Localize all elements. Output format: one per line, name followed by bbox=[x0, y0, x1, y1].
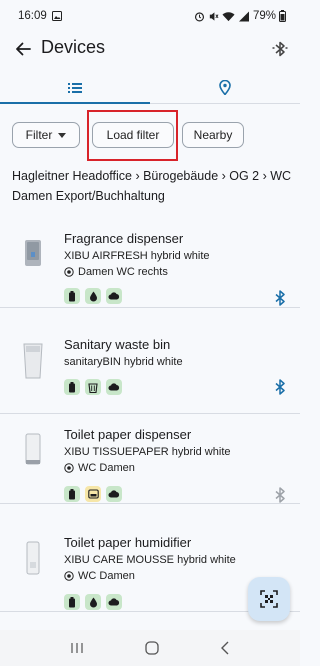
gallery-notification-icon bbox=[51, 11, 62, 21]
target-icon bbox=[64, 463, 74, 473]
status-badges bbox=[64, 594, 122, 610]
back-button[interactable] bbox=[10, 36, 36, 62]
cloud-badge-icon bbox=[106, 379, 122, 395]
location-breadcrumb: Hagleitner Headoffice › Bürogebäude › OG… bbox=[12, 169, 292, 203]
cloud-badge-icon bbox=[106, 486, 122, 502]
caret-down-icon bbox=[58, 132, 67, 138]
drop-badge-icon bbox=[85, 594, 101, 610]
bluetooth-inactive-icon bbox=[275, 487, 285, 503]
view-tabs bbox=[0, 72, 300, 104]
recents-icon[interactable] bbox=[70, 642, 84, 654]
arrow-left-icon bbox=[16, 42, 31, 56]
status-badges bbox=[64, 486, 122, 502]
cloud-badge-icon bbox=[106, 288, 122, 304]
bin-badge-icon bbox=[85, 379, 101, 395]
fragrance-dispenser-image bbox=[25, 240, 41, 266]
scan-qr-button[interactable] bbox=[248, 577, 290, 621]
device-location-label: Damen WC rechts bbox=[78, 266, 168, 278]
system-nav-bar bbox=[0, 630, 300, 666]
bluetooth-status-button[interactable] bbox=[268, 37, 292, 61]
bluetooth-off-icon bbox=[272, 41, 288, 57]
bluetooth-icon bbox=[275, 290, 285, 306]
battery-badge-icon bbox=[64, 594, 80, 610]
tab-list[interactable] bbox=[0, 72, 150, 104]
device-location: Damen WC rechts bbox=[64, 266, 168, 278]
filter-dropdown-button[interactable]: Filter bbox=[12, 122, 80, 148]
back-nav-icon[interactable] bbox=[220, 641, 230, 655]
app-bar: Devices bbox=[0, 32, 300, 66]
qr-scan-icon bbox=[260, 590, 278, 608]
humidifier-image bbox=[26, 541, 40, 575]
status-time: 16:09 bbox=[18, 10, 47, 22]
battery-badge-icon bbox=[64, 288, 80, 304]
map-pin-icon bbox=[219, 80, 231, 95]
status-bar: 16:09 79% bbox=[0, 0, 300, 32]
filter-label: Filter bbox=[25, 128, 53, 142]
tab-map[interactable] bbox=[150, 72, 300, 103]
drop-badge-icon bbox=[85, 288, 101, 304]
device-model: XIBU AIRFRESH hybrid white bbox=[64, 250, 210, 262]
bluetooth-icon bbox=[275, 379, 285, 395]
toilet-paper-dispenser-image bbox=[25, 433, 41, 465]
paper-roll-badge-icon bbox=[85, 486, 101, 502]
target-icon bbox=[64, 571, 74, 581]
sanitary-bin-image bbox=[23, 343, 43, 379]
device-name: Fragrance dispenser bbox=[64, 231, 184, 246]
device-model: XIBU CARE MOUSSE hybrid white bbox=[64, 554, 236, 566]
device-model: XIBU TISSUEPAPER hybrid white bbox=[64, 446, 231, 458]
nearby-button[interactable]: Nearby bbox=[182, 122, 244, 148]
device-name: Sanitary waste bin bbox=[64, 337, 171, 352]
signal-icon bbox=[238, 11, 249, 21]
device-location: WC Damen bbox=[64, 570, 135, 582]
home-icon[interactable] bbox=[145, 641, 159, 655]
device-row[interactable]: Fragrance dispenser XIBU AIRFRESH hybrid… bbox=[0, 218, 300, 308]
device-name: Toilet paper humidifier bbox=[64, 535, 192, 550]
battery-badge-icon bbox=[64, 379, 80, 395]
cloud-badge-icon bbox=[106, 594, 122, 610]
status-badges bbox=[64, 288, 122, 304]
list-icon bbox=[68, 82, 82, 93]
wifi-icon bbox=[222, 11, 235, 21]
status-badges bbox=[64, 379, 122, 395]
device-row[interactable]: Sanitary waste bin sanitaryBIN hybrid wh… bbox=[0, 324, 300, 414]
page-title: Devices bbox=[41, 37, 106, 57]
battery-badge-icon bbox=[64, 486, 80, 502]
device-location-label: WC Damen bbox=[78, 570, 135, 582]
highlight-box bbox=[87, 110, 178, 161]
device-location: WC Damen bbox=[64, 462, 135, 474]
device-location-label: WC Damen bbox=[78, 462, 135, 474]
device-model: sanitaryBIN hybrid white bbox=[64, 356, 183, 368]
alarm-icon bbox=[194, 11, 205, 21]
battery-icon bbox=[279, 10, 286, 22]
battery-percent: 79% bbox=[252, 10, 276, 22]
target-icon bbox=[64, 267, 74, 277]
device-name: Toilet paper dispenser bbox=[64, 427, 192, 442]
mute-icon bbox=[209, 11, 219, 21]
device-row[interactable]: Toilet paper dispenser XIBU TISSUEPAPER … bbox=[0, 414, 300, 504]
